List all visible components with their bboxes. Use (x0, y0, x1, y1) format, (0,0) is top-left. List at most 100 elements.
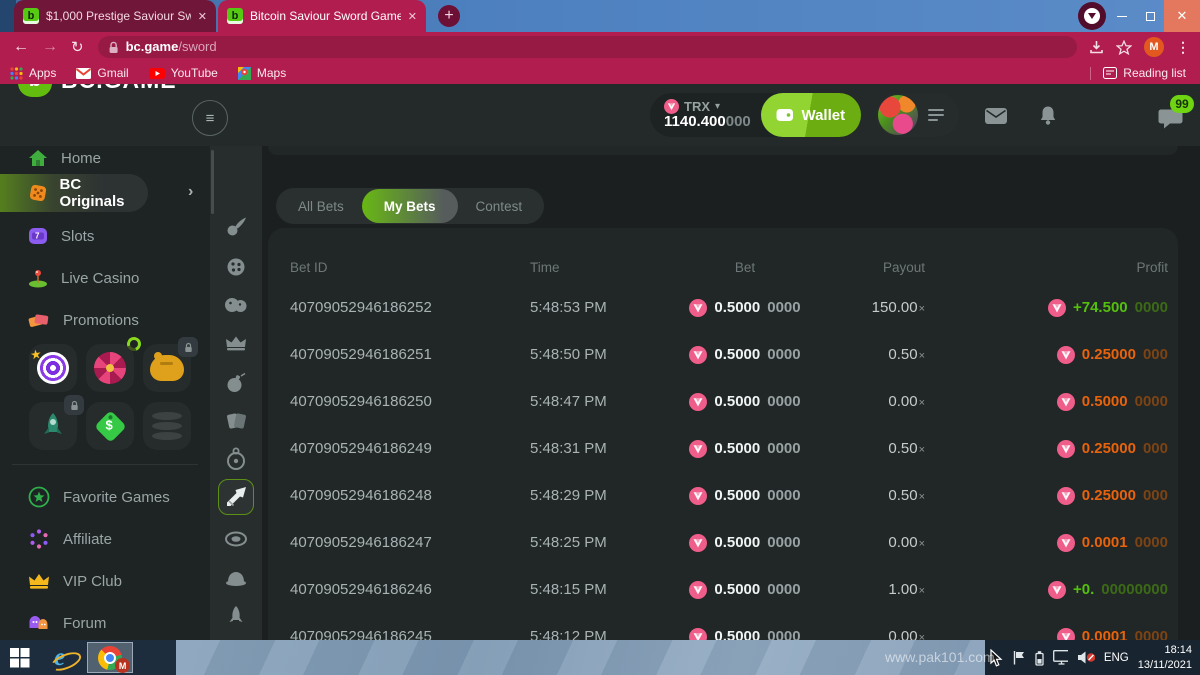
tray-network-icon[interactable] (1053, 650, 1069, 665)
game-shortcut-coins[interactable] (143, 402, 191, 450)
language-indicator[interactable]: ENG (1104, 652, 1129, 664)
sidebar-item-favorite-games[interactable]: Favorite Games (0, 485, 210, 509)
bookmark-star-icon[interactable] (1116, 40, 1132, 55)
tab-close-icon[interactable]: ✕ (408, 10, 417, 23)
strip-scrollbar[interactable] (211, 150, 214, 214)
sidebar-item-forum[interactable]: Forum (0, 611, 210, 635)
window-maximize-button[interactable] (1136, 0, 1164, 32)
game-panel-bottom-edge (268, 146, 1178, 155)
browser-tab-1[interactable]: b $1,000 Prestige Saviour Sword Ch ✕ (14, 0, 216, 32)
back-button[interactable]: ← (13, 38, 29, 56)
bcgame-logo[interactable]: b BC.GAME (18, 84, 177, 97)
chevron-right-icon[interactable]: › (188, 183, 193, 201)
forum-icon (28, 614, 50, 633)
currency-code: TRX (684, 100, 710, 114)
sidebar-item-label: Promotions (63, 312, 139, 329)
gmail-icon (76, 68, 91, 79)
plinko-game-icon[interactable] (218, 249, 254, 285)
tab-contest[interactable]: Contest (458, 199, 541, 214)
cookies-game-icon[interactable] (218, 287, 254, 323)
user-avatar[interactable] (878, 95, 918, 135)
download-icon[interactable] (1089, 40, 1104, 54)
bookmark-maps[interactable]: Maps (238, 66, 286, 80)
table-row[interactable]: 407090529461862505:48:47 PM0.500000000.0… (290, 378, 1172, 425)
browser-profile-avatar[interactable]: M (1144, 37, 1164, 57)
rocket-game-icon[interactable] (218, 598, 254, 634)
trx-coin-icon (689, 299, 707, 317)
tray-volume-muted-icon[interactable] (1077, 650, 1094, 665)
trx-coin-icon (1048, 581, 1066, 599)
start-button-icon[interactable] (10, 648, 30, 668)
tray-flag-icon[interactable] (1012, 650, 1025, 665)
sidebar-item-label: Favorite Games (63, 489, 170, 506)
sidebar-item-live-casino[interactable]: Live Casino (0, 266, 210, 290)
window-close-button[interactable]: ✕ (1164, 0, 1200, 32)
tab-all-bets[interactable]: All Bets (280, 199, 362, 214)
currency-selector[interactable]: TRX ▾ 1140.400000 (664, 99, 751, 131)
home-icon (28, 149, 48, 167)
browser-menu-icon[interactable]: ⋮ (1176, 39, 1190, 56)
bet-payout: 1.00× (888, 581, 925, 598)
sword-game-icon-selected[interactable] (218, 479, 254, 515)
affiliate-icon (28, 528, 50, 550)
bet-time: 5:48:25 PM (530, 534, 670, 551)
address-bar[interactable]: bc.game/sword (98, 36, 1077, 58)
media-control-button[interactable] (1078, 2, 1106, 30)
bookmark-apps[interactable]: Apps (10, 66, 56, 80)
sidebar-item-promotions[interactable]: Promotions (0, 308, 210, 332)
limbo-timer-icon[interactable] (218, 441, 254, 477)
table-row[interactable]: 407090529461862465:48:15 PM0.500000001.0… (290, 566, 1172, 613)
bet-time: 5:48:15 PM (530, 581, 670, 598)
sidebar-item-vip-club[interactable]: VIP Club (0, 569, 210, 593)
chrome-taskbar-button[interactable]: M (87, 642, 133, 673)
window-minimize-button[interactable] (1108, 0, 1136, 32)
game-shortcut-wheel[interactable] (86, 344, 134, 392)
messages-envelope-icon[interactable] (985, 108, 1007, 124)
tab-my-bets-active[interactable]: My Bets (362, 189, 458, 223)
reload-button[interactable]: ↻ (71, 38, 84, 56)
tray-battery-icon[interactable] (1034, 650, 1044, 666)
tab-close-icon[interactable]: ✕ (198, 10, 207, 23)
keno-crown-icon[interactable] (218, 325, 254, 361)
table-row[interactable]: 407090529461862455:48:12 PM0.500000000.0… (290, 613, 1172, 640)
game-shortcut-tag[interactable]: $ (86, 402, 134, 450)
bomb-game-icon[interactable] (218, 365, 254, 401)
chip-game-icon[interactable] (218, 521, 254, 557)
internet-explorer-icon[interactable]: e (54, 645, 65, 670)
game-shortcut-piggy[interactable] (143, 344, 191, 392)
dice-icon (28, 183, 47, 203)
trx-coin-icon (1057, 534, 1075, 552)
lock-badge-icon (64, 395, 84, 415)
sidebar-item-slots[interactable]: 7 Slots (0, 224, 210, 248)
tray-clock[interactable]: 18:14 13/11/2021 (1138, 643, 1192, 673)
game-shortcut-rocket[interactable] (29, 402, 77, 450)
crash-game-icon[interactable] (218, 209, 254, 245)
bookmark-youtube[interactable]: YouTube (149, 66, 218, 80)
hat-cards-game-icon[interactable] (218, 560, 254, 596)
bookmark-gmail[interactable]: Gmail (76, 66, 128, 80)
table-row[interactable]: 407090529461862485:48:29 PM0.500000000.5… (290, 472, 1172, 519)
notifications-bell-icon[interactable] (1039, 105, 1057, 126)
table-row[interactable]: 407090529461862495:48:31 PM0.500000000.5… (290, 425, 1172, 472)
chevron-down-icon: ▾ (715, 101, 720, 112)
browser-tab-2-active[interactable]: b Bitcoin Saviour Sword Game - Pla ✕ (218, 0, 426, 32)
game-shortcut-dart[interactable]: ★ (29, 344, 77, 392)
reading-list-button[interactable]: Reading list (1103, 66, 1186, 80)
table-row[interactable]: 407090529461862525:48:53 PM0.50000000150… (290, 284, 1172, 331)
sidebar-item-bc-originals[interactable]: BC Originals (0, 174, 148, 212)
wallet-button[interactable]: Wallet (761, 93, 861, 137)
bet-id: 40709052946186250 (290, 393, 530, 410)
cards-game-icon[interactable] (218, 403, 254, 439)
user-profile-group[interactable] (876, 93, 959, 137)
sidebar-collapse-button[interactable]: ≡ (192, 100, 228, 136)
bet-id: 40709052946186247 (290, 534, 530, 551)
table-row[interactable]: 407090529461862475:48:25 PM0.500000000.0… (290, 519, 1172, 566)
trx-coin-icon (689, 534, 707, 552)
sidebar-item-home[interactable]: Home (0, 146, 210, 170)
bookmarks-bar: Apps Gmail YouTube Maps Reading list (0, 62, 1200, 84)
sidebar-item-affiliate[interactable]: Affiliate (0, 527, 210, 551)
table-row[interactable]: 407090529461862515:48:50 PM0.500000000.5… (290, 331, 1172, 378)
bet-profit: +74.5000000 (1048, 299, 1172, 317)
col-header-bet-id: Bet ID (290, 260, 530, 275)
new-tab-button[interactable]: + (438, 5, 460, 27)
